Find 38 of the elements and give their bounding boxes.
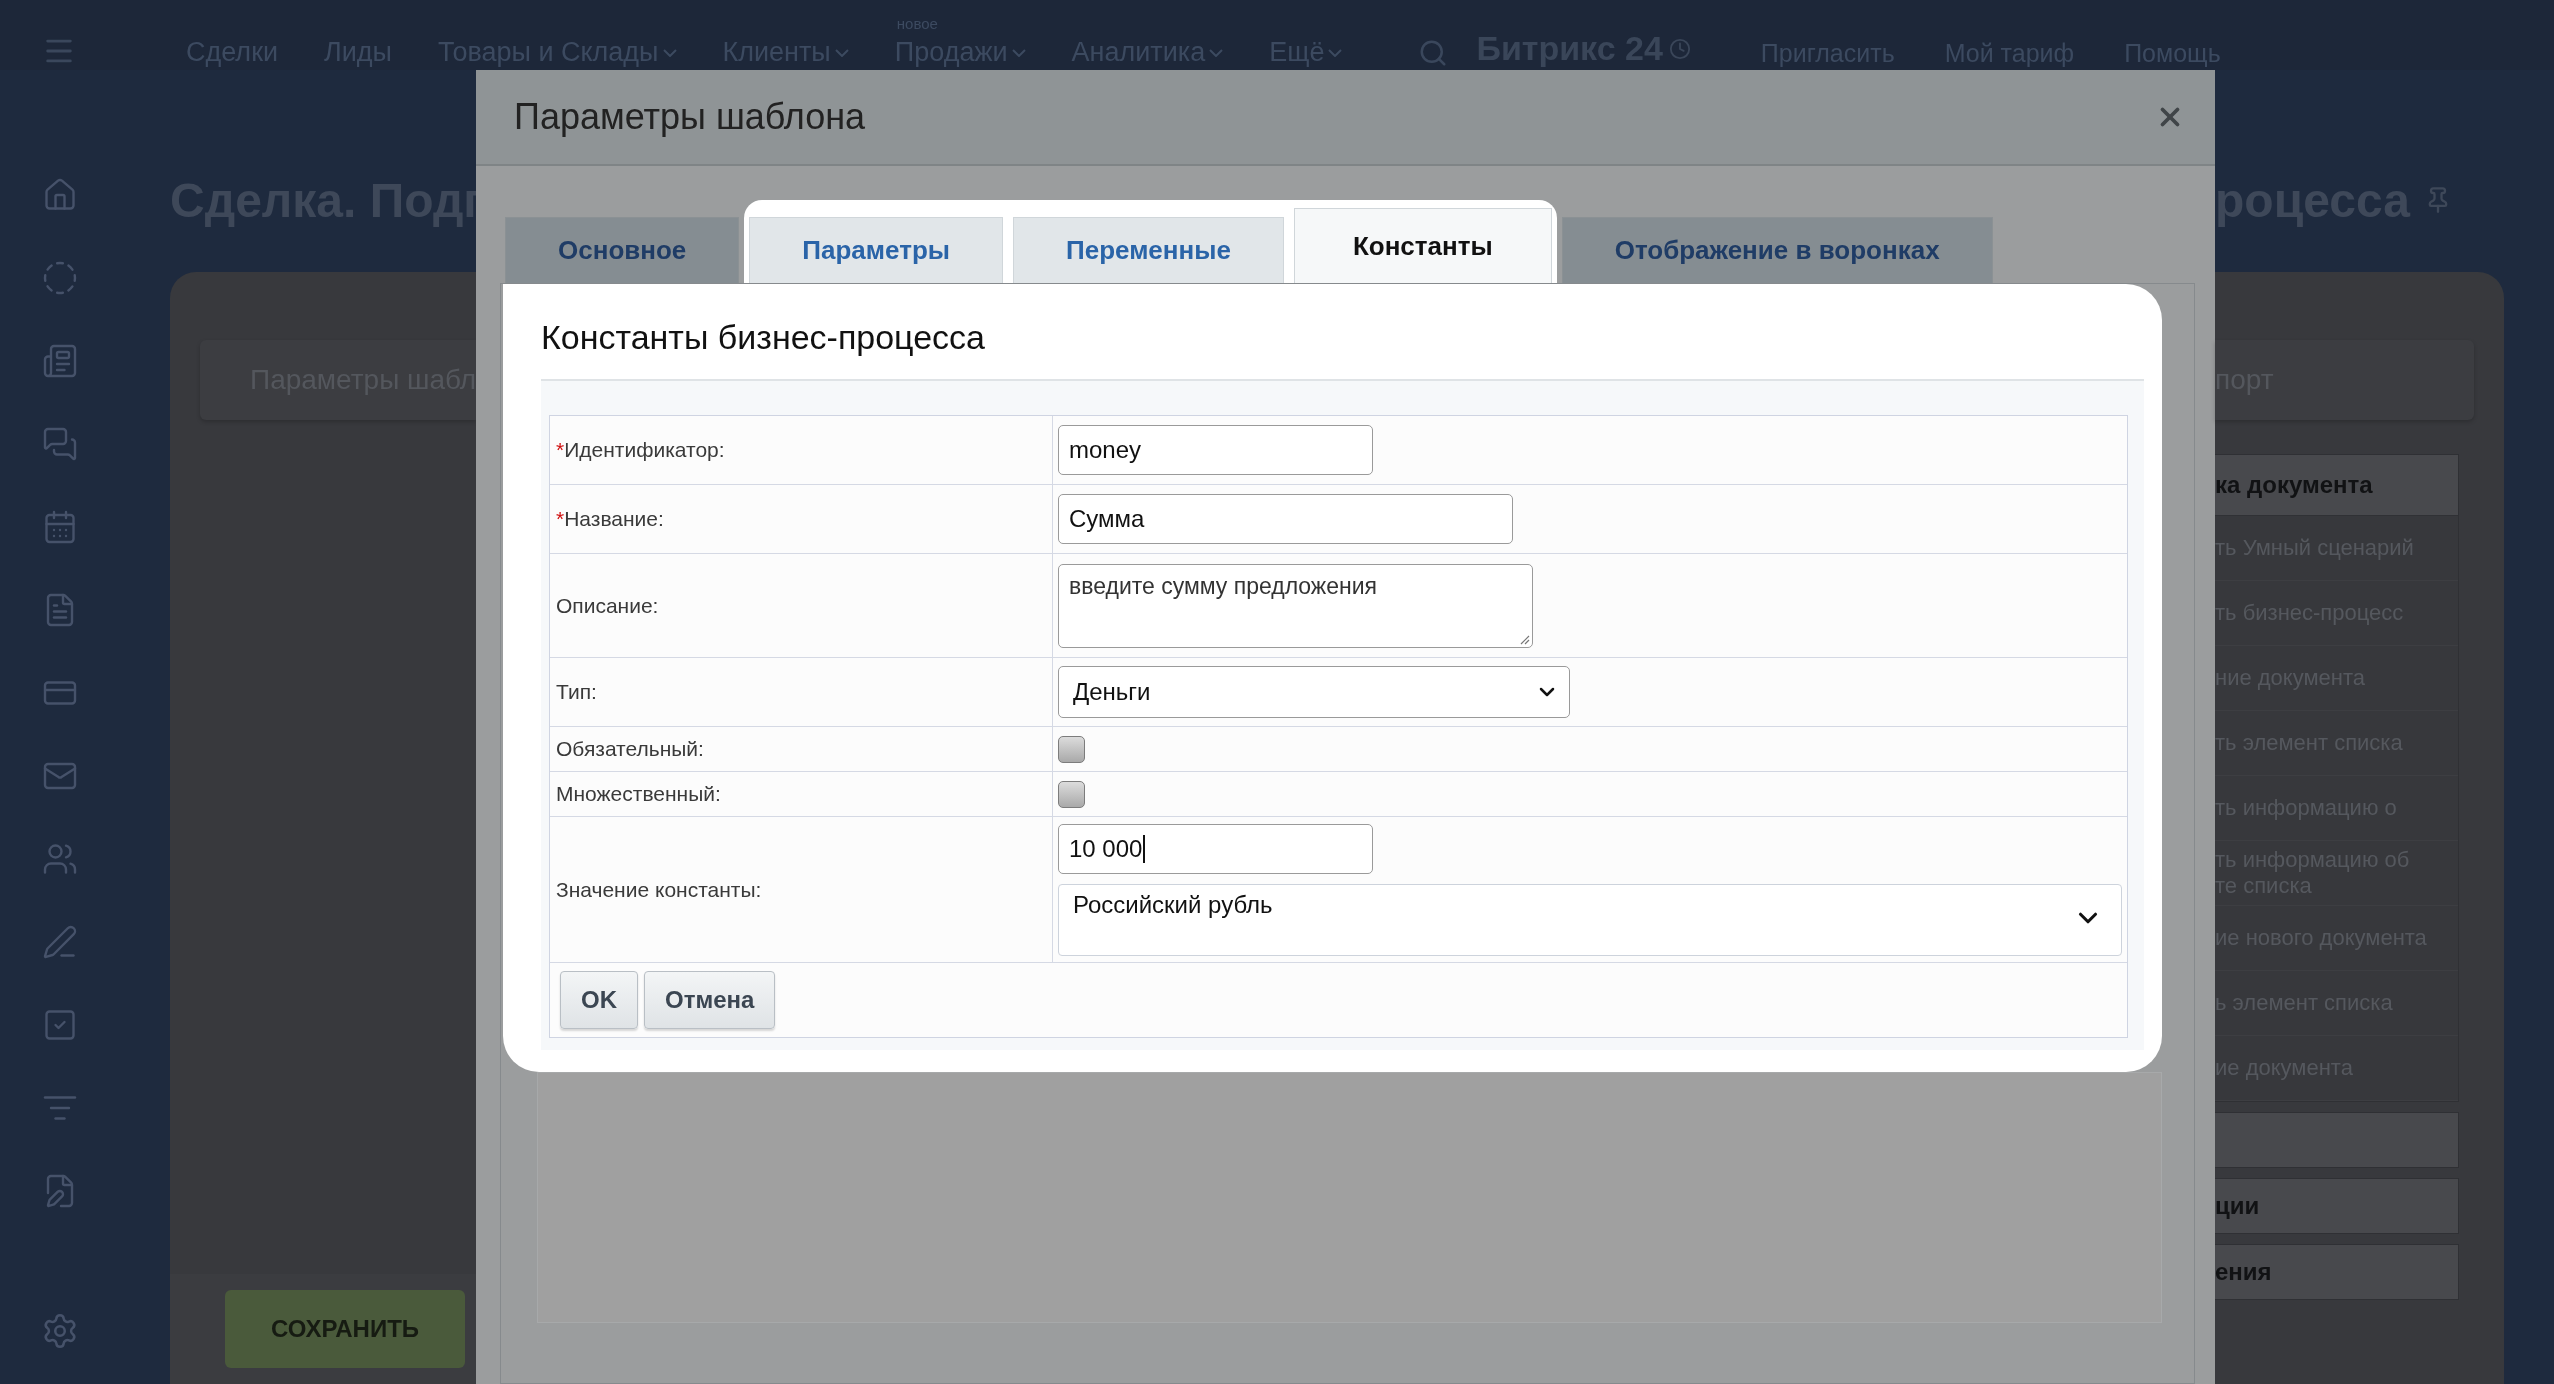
dashed-circle-icon[interactable] [42,260,78,296]
field-label: *Идентификатор: [550,416,1053,484]
field-label: *Название: [550,485,1053,553]
text-area[interactable]: введите сумму предложения [1058,563,1533,648]
tab[interactable]: Отображение в воронках [1561,217,1993,283]
chat-icon[interactable] [42,426,78,462]
field-label: Множественный: [550,772,1053,816]
tab[interactable]: Константы [1293,208,1552,283]
section-header[interactable]: ции [2215,1178,2459,1234]
clock-icon [1668,37,1691,60]
calendar-icon[interactable] [42,509,78,545]
checkbox[interactable] [1058,780,1085,808]
text-field[interactable]: Сумма [1058,494,1513,544]
settings-icon[interactable] [41,1312,79,1350]
field-label: Значение константы: [550,817,1053,962]
checkbox-icon[interactable] [42,1007,78,1043]
text-field[interactable]: 10 000 [1058,823,1373,874]
currency-dropdown[interactable]: Российский рубль [1058,883,2122,956]
section-header[interactable]: ения [2215,1244,2459,1300]
ok-button[interactable]: OK [560,971,638,1029]
text-field[interactable]: money [1058,425,1373,475]
field-label: Описание: [550,554,1053,657]
dialog-title: Параметры шаблона [514,96,866,138]
save-button[interactable]: СОХРАНИТЬ [225,1290,465,1368]
tab[interactable]: Основное [505,217,740,283]
users-icon[interactable] [42,841,78,877]
panel-header: ка документа [2215,455,2458,516]
tab[interactable]: Переменные [1013,217,1284,283]
field-label: Обязательный: [550,727,1053,771]
checkbox[interactable] [1058,735,1085,763]
cancel-button[interactable]: Отмена [644,971,776,1029]
home-icon[interactable] [42,177,78,213]
dropdown[interactable]: Деньги [1058,666,1570,718]
field-label: Тип: [550,658,1053,726]
pen-icon[interactable] [42,924,78,960]
text-cursor [1143,834,1146,863]
document-list-icon[interactable] [42,343,78,379]
tab[interactable]: Параметры [749,217,1003,283]
